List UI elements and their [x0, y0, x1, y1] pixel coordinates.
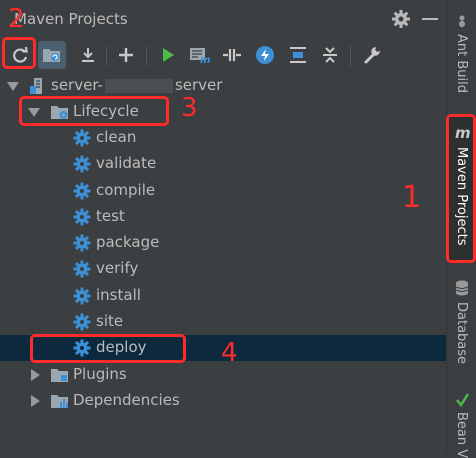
goal-label: validate: [96, 154, 157, 172]
annotation-number-3: 3: [181, 93, 198, 123]
lifecycle-goal-compile[interactable]: compile: [0, 178, 446, 204]
gear-icon: [73, 234, 91, 252]
lifecycle-goal-install[interactable]: install: [0, 283, 446, 309]
skip-tests-icon: [256, 46, 274, 64]
collapse-arrow-icon[interactable]: [31, 369, 40, 381]
gear-icon: [73, 313, 91, 331]
annotation-number-4: 4: [221, 338, 238, 368]
project-name-prefix: server-: [51, 76, 103, 94]
tab-ant-build-label: Ant Build: [454, 34, 469, 93]
lifecycle-goal-validate[interactable]: validate: [0, 151, 446, 177]
generate-sources-button[interactable]: [38, 41, 66, 69]
expand-arrow-icon[interactable]: [7, 82, 19, 91]
dependencies-folder-icon: [50, 392, 68, 410]
run-maven-build-button[interactable]: [154, 41, 182, 69]
panel-titlebar: Maven Projects: [0, 0, 446, 38]
annotation-box-1: [446, 114, 476, 263]
dependencies-diagram-icon: [290, 47, 306, 63]
panel-title: Maven Projects: [14, 10, 128, 28]
gear-icon: [73, 287, 91, 305]
play-icon: [163, 48, 174, 62]
goal-label: compile: [96, 181, 156, 199]
goal-label: verify: [96, 259, 139, 277]
tab-bean-validation[interactable]: Bean V: [447, 390, 476, 458]
annotation-number-1: 1: [402, 180, 422, 215]
dependencies-label: Dependencies: [73, 391, 180, 409]
annotation-box-4: [30, 334, 186, 363]
gear-icon: [73, 208, 91, 226]
bean-validation-icon: [456, 393, 469, 408]
annotation-box-2: [2, 37, 36, 69]
plus-icon: [119, 48, 133, 62]
goal-label: package: [96, 233, 160, 251]
redacted-text: [104, 78, 173, 93]
lifecycle-goal-clean[interactable]: clean: [0, 125, 446, 151]
plugins-folder-icon: [50, 366, 68, 384]
download-icon: [82, 48, 94, 62]
goal-label: install: [96, 286, 141, 304]
lifecycle-goal-site[interactable]: site: [0, 309, 446, 335]
skip-tests-button[interactable]: [251, 41, 279, 69]
minimize-icon[interactable]: [422, 18, 438, 20]
lifecycle-goal-verify[interactable]: verify: [0, 256, 446, 282]
tab-database[interactable]: Database: [447, 278, 476, 364]
plugins-label: Plugins: [73, 365, 127, 383]
collapse-all-button[interactable]: [316, 41, 344, 69]
tab-database-label: Database: [454, 302, 469, 365]
tab-ant-build[interactable]: Ant Build: [447, 8, 476, 106]
maven-project-icon: [29, 77, 47, 95]
ant-icon: [459, 15, 465, 28]
gear-icon: [73, 129, 91, 147]
maven-settings-button[interactable]: [358, 41, 386, 69]
settings-gear-icon[interactable]: [391, 9, 411, 29]
goal-label: clean: [96, 128, 137, 146]
collapse-arrow-icon[interactable]: [31, 395, 40, 407]
collapse-all-icon: [323, 47, 337, 63]
tree-row-dependencies[interactable]: Dependencies: [0, 388, 446, 414]
wrench-icon: [364, 47, 380, 64]
svg-text:m: m: [200, 55, 210, 64]
execute-maven-goal-button[interactable]: m: [186, 41, 214, 69]
gear-icon: [73, 155, 91, 173]
project-name-suffix: server: [174, 76, 223, 94]
right-tool-window-bar: Ant Build m Maven Projects Database Bean…: [446, 0, 476, 458]
toggle-offline-button[interactable]: [218, 41, 246, 69]
annotation-number-2: 2: [8, 4, 25, 34]
lifecycle-goal-test[interactable]: test: [0, 204, 446, 230]
add-maven-project-button[interactable]: [112, 41, 140, 69]
goal-label: test: [96, 207, 125, 225]
database-icon: [455, 280, 469, 296]
lifecycle-goal-package[interactable]: package: [0, 230, 446, 256]
execute-goal-icon: m: [190, 48, 210, 64]
show-dependencies-button[interactable]: [284, 41, 312, 69]
gear-icon: [73, 260, 91, 278]
maven-projects-panel: Maven Projects m server- server Lifecycl…: [0, 0, 446, 452]
annotation-box-3: [19, 96, 169, 126]
offline-icon: [223, 49, 241, 61]
maven-toolbar: m: [0, 38, 446, 72]
gear-icon: [73, 182, 91, 200]
download-sources-button[interactable]: [74, 41, 102, 69]
folder-refresh-icon: [43, 49, 60, 62]
tab-bean-validation-label: Bean V: [454, 412, 469, 458]
goal-label: site: [96, 312, 124, 330]
